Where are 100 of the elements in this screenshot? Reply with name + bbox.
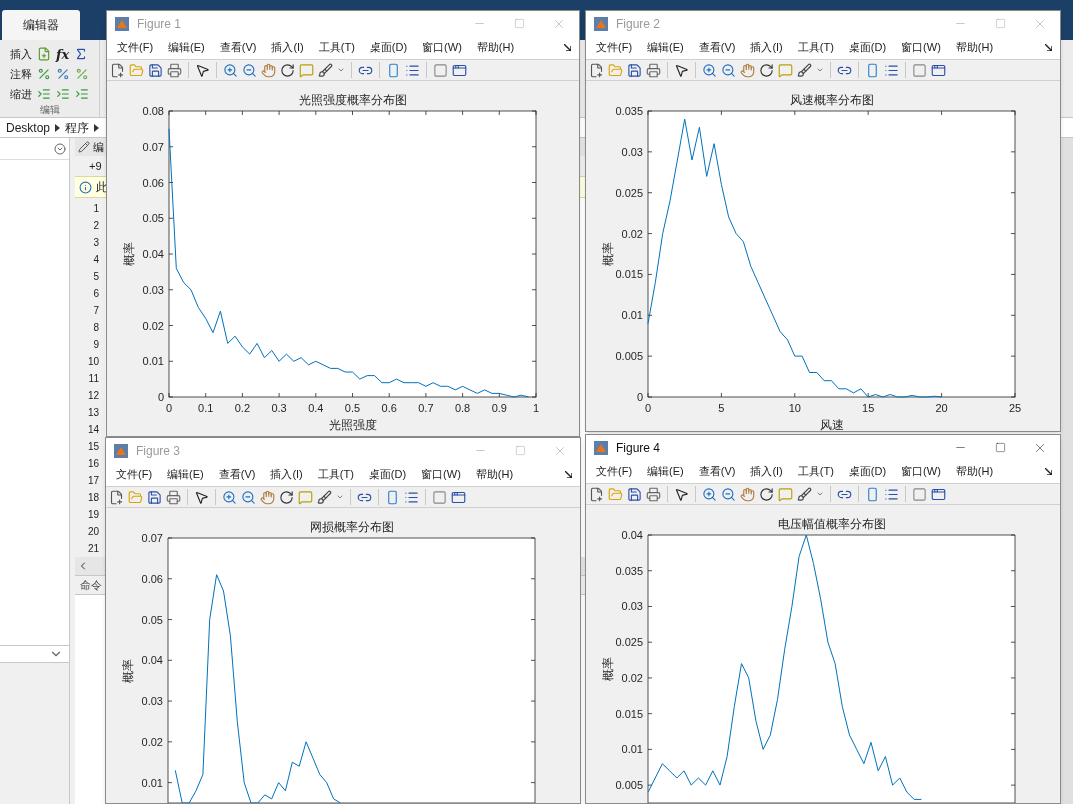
dropdown-icon[interactable] [54,142,66,155]
function-button[interactable]: fx [56,47,70,61]
menu-item[interactable]: 桌面(D) [363,39,414,56]
zoom-in-icon[interactable] [223,62,238,78]
zoom-out-icon[interactable] [242,62,257,78]
rotate-icon[interactable] [280,62,295,78]
indent-icon[interactable] [37,87,51,101]
printer-icon[interactable] [646,62,661,78]
menu-item[interactable]: 窗口(W) [895,463,947,480]
breadcrumb-item[interactable]: Desktop [6,118,51,137]
maximize-icon [514,445,526,456]
rotate-icon[interactable] [759,486,774,502]
indent-icon[interactable] [75,87,89,101]
brush-icon[interactable] [317,489,332,505]
menu-item[interactable]: 帮助(H) [469,466,520,483]
menu-item[interactable]: 编辑(E) [641,39,690,56]
menu-item[interactable]: 文件(F) [590,463,639,480]
menu-item[interactable]: 工具(T) [312,39,361,56]
menu-item[interactable]: 查看(V) [692,39,742,56]
tool-button[interactable]: 缩进 [10,85,32,103]
menu-item[interactable]: 插入(I) [744,463,789,480]
legend-icon[interactable] [405,62,420,78]
save-icon[interactable] [148,62,163,78]
window-icon[interactable] [931,486,946,502]
menu-item[interactable]: 桌面(D) [362,466,413,483]
colorbar-icon[interactable] [385,489,400,505]
legend-icon[interactable] [884,62,899,78]
menu-item[interactable]: 窗口(W) [415,466,467,483]
colorbar-icon[interactable] [865,486,880,502]
breadcrumb-item[interactable]: 程序 [65,118,90,137]
menu-item[interactable]: 工具(T) [791,39,840,56]
indent-icon[interactable] [56,87,70,101]
menu-item[interactable]: 查看(V) [692,463,742,480]
menu-item[interactable]: 工具(T) [311,466,360,483]
comment-icon[interactable] [37,67,51,81]
legend-icon[interactable] [404,489,419,505]
uncomment-icon[interactable] [56,67,70,81]
new-file-icon[interactable] [589,486,604,502]
window-icon[interactable] [452,62,467,78]
colorbar-icon[interactable] [865,62,880,78]
wrap-icon[interactable] [75,67,89,81]
legend-icon[interactable] [884,486,899,502]
menu-item[interactable]: 帮助(H) [470,39,521,56]
brush-icon[interactable] [797,62,812,78]
zoom-in-icon[interactable] [702,486,717,502]
caret-icon[interactable] [816,490,824,498]
menu-item[interactable]: 文件(F) [110,466,159,483]
pointer-icon[interactable] [195,62,210,78]
zoom-out-icon[interactable] [721,62,736,78]
pointer-icon[interactable] [674,62,689,78]
caret-icon[interactable] [336,493,344,501]
zoom-out-icon[interactable] [241,489,256,505]
editor-tab[interactable]: 编 [93,138,104,156]
zoom-in-icon[interactable] [702,62,717,78]
menu-item[interactable]: 插入(I) [744,39,789,56]
menu-item[interactable]: 编辑(E) [162,39,211,56]
menu-item[interactable]: 插入(I) [264,466,309,483]
printer-icon[interactable] [166,489,181,505]
menu-item[interactable]: 窗口(W) [416,39,468,56]
menu-item[interactable]: 文件(F) [111,39,160,56]
new-file-icon[interactable] [109,489,124,505]
tick-label: 0.015 [615,707,643,720]
count-button[interactable]: +9 [89,157,102,175]
menu-item[interactable]: 帮助(H) [949,39,1000,56]
logo-icon [594,440,608,455]
menu-item[interactable]: 编辑(E) [161,466,210,483]
window-icon[interactable] [451,489,466,505]
menu-item[interactable]: 查看(V) [213,39,263,56]
menu-item[interactable]: 插入(I) [265,39,310,56]
zoom-out-icon[interactable] [721,486,736,502]
printer-icon[interactable] [167,62,182,78]
menu-item[interactable]: 帮助(H) [949,463,1000,480]
insert-icon[interactable] [37,47,51,61]
menu-item[interactable]: 桌面(D) [842,463,893,480]
tool-button[interactable]: 注释 [10,65,32,83]
new-file-icon[interactable] [589,62,604,78]
window-icon[interactable] [931,62,946,78]
rotate-icon[interactable] [759,62,774,78]
save-icon[interactable] [627,62,642,78]
caret-icon[interactable] [816,66,824,74]
save-icon[interactable] [627,486,642,502]
menu-item[interactable]: 编辑(E) [641,463,690,480]
tool-button[interactable]: 插入 [10,45,32,63]
brush-icon[interactable] [318,62,333,78]
toolstrip-tab[interactable]: 编辑器 [2,10,80,40]
menu-item[interactable]: 文件(F) [590,39,639,56]
rotate-icon[interactable] [279,489,294,505]
menu-item[interactable]: 窗口(W) [895,39,947,56]
brush-icon[interactable] [797,486,812,502]
colorbar-icon[interactable] [386,62,401,78]
new-file-icon[interactable] [110,62,125,78]
zoom-in-icon[interactable] [222,489,237,505]
menu-item[interactable]: 查看(V) [212,466,262,483]
printer-icon[interactable] [646,486,661,502]
pointer-icon[interactable] [674,486,689,502]
save-icon[interactable] [147,489,162,505]
pointer-icon[interactable] [194,489,209,505]
caret-icon[interactable] [337,66,345,74]
menu-item[interactable]: 桌面(D) [842,39,893,56]
menu-item[interactable]: 工具(T) [791,463,840,480]
